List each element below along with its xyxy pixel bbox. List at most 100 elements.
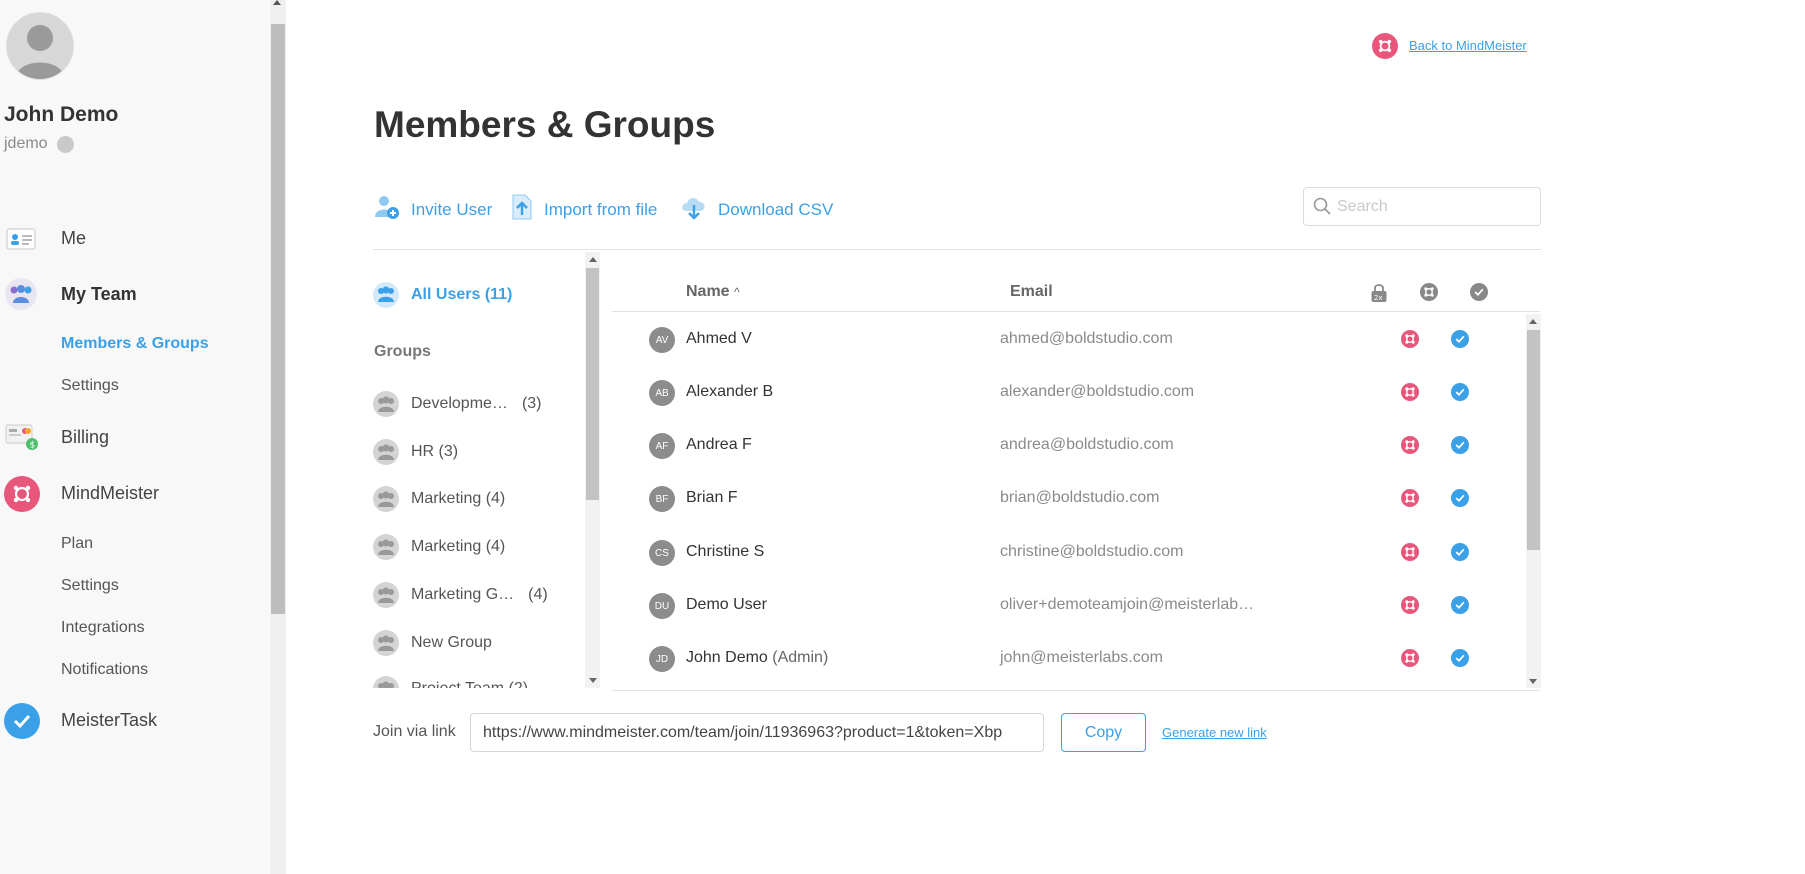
back-to-mindmeister-link[interactable]: Back to MindMeister [1409,38,1527,53]
group-item[interactable]: HR (3) [373,439,458,465]
all-users-item[interactable]: All Users (11) [373,282,512,308]
table-row[interactable]: AB Alexander B alexander@boldstudio.com [612,373,1524,413]
meistertask-logo-icon[interactable] [4,703,40,739]
user-email: brian@boldstudio.com [1000,489,1160,506]
user-avatar: AV [649,327,675,353]
all-users-label: All Users (11) [411,286,513,303]
group-name: Marketing (4) [411,538,506,555]
mindmeister-access-icon[interactable] [1401,596,1419,614]
meistertask-access-icon[interactable] [1451,383,1469,401]
download-label: Download CSV [718,199,834,219]
table-row[interactable]: BF Brian F brian@boldstudio.com [612,479,1524,519]
user-avatar: CS [649,540,675,566]
meistertask-access-icon[interactable] [1451,649,1469,667]
profile-handle: jdemo [4,135,48,152]
search-icon [1313,197,1331,220]
table-row[interactable]: AF Andrea F andrea@boldstudio.com [612,426,1524,466]
copy-button[interactable]: Copy [1061,713,1146,752]
user-avatar: DU [649,593,675,619]
table-row[interactable]: CS Christine S christine@boldstudio.com [612,533,1524,573]
nav-members-groups[interactable]: Members & Groups [61,335,209,353]
groups-scrollbar-thumb[interactable] [586,268,599,500]
group-icon [373,391,399,417]
group-item[interactable]: Marketing G… (4) [373,582,548,608]
group-name: Marketing (4) [411,490,506,507]
join-link-input[interactable] [470,713,1044,752]
billing-icon[interactable]: $ [5,422,39,452]
page-title: Members & Groups [374,104,716,145]
id-card-icon[interactable] [5,222,37,254]
search-box[interactable] [1303,187,1541,226]
invite-user-button[interactable]: Invite User [373,193,492,226]
group-icon [373,534,399,560]
group-name: Marketing G… [411,586,515,603]
mindmeister-logo-icon[interactable] [4,476,40,512]
groups-scroll-down-arrow[interactable] [589,678,597,683]
mindmeister-access-icon[interactable] [1401,330,1419,348]
import-from-file-button[interactable]: Import from file [510,193,657,226]
search-input[interactable] [1335,197,1529,217]
mindmeister-access-icon[interactable] [1401,489,1419,507]
nav-plan[interactable]: Plan [61,535,93,553]
nav-billing[interactable]: Billing [61,427,109,448]
nav-team-settings[interactable]: Settings [61,377,119,395]
nav-my-team[interactable]: My Team [61,284,137,305]
cloud-download-icon [680,193,708,226]
user-avatar: JD [649,646,675,672]
group-item[interactable]: New Group [373,630,492,656]
group-item-clipped[interactable]: Project Team (2) [373,676,585,688]
meistertask-access-icon[interactable] [1451,596,1469,614]
group-icon [373,582,399,608]
mindmeister-access-icon[interactable] [1401,436,1419,454]
meistertask-access-icon[interactable] [1451,436,1469,454]
team-icon[interactable] [5,278,37,310]
group-icon [373,676,399,688]
table-row[interactable]: JD John Demo (Admin) john@meisterlabs.com [612,639,1524,679]
nav-notifications[interactable]: Notifications [61,661,148,679]
sidebar-scrollbar-thumb[interactable] [271,24,285,614]
group-name: Developme… [411,395,508,412]
user-email: john@meisterlabs.com [1000,649,1163,666]
user-name: Brian F [686,489,738,506]
group-item[interactable]: Marketing (4) [373,486,505,512]
download-csv-button[interactable]: Download CSV [680,193,833,226]
table-scroll-up-arrow[interactable] [1529,319,1537,324]
group-name: HR (3) [411,443,459,460]
mindmeister-access-icon[interactable] [1401,649,1419,667]
generate-new-link[interactable]: Generate new link [1162,725,1267,740]
group-item[interactable]: Developme… (3) [373,391,542,417]
meistertask-access-icon[interactable] [1451,489,1469,507]
user-email: ahmed@boldstudio.com [1000,330,1173,347]
mindmeister-access-icon[interactable] [1401,383,1419,401]
sidebar-scroll-up-arrow[interactable] [273,0,281,5]
nav-integrations[interactable]: Integrations [61,619,145,637]
nav-meistertask[interactable]: MeisterTask [61,710,157,731]
table-header-divider [612,311,1540,312]
table-row[interactable]: AV Ahmed V ahmed@boldstudio.com [612,320,1524,360]
group-icon [373,486,399,512]
add-user-icon [373,193,401,226]
name-header-label: Name [686,283,730,300]
table-row[interactable]: DU Demo User oliver+demoteamjoin@meisterla… [612,586,1524,626]
meistertask-access-icon[interactable] [1451,543,1469,561]
invite-user-label: Invite User [411,199,493,219]
meistertask-column-icon [1470,283,1488,301]
name-column-header[interactable]: Name ^ [686,283,740,301]
nav-me[interactable]: Me [61,228,86,249]
table-bottom-divider [612,690,1540,691]
table-scroll-down-arrow[interactable] [1529,679,1537,684]
groups-scroll-up-arrow[interactable] [589,257,597,262]
upload-file-icon [510,193,534,226]
table-scrollbar-thumb[interactable] [1527,330,1540,550]
meistertask-access-icon[interactable] [1451,330,1469,348]
mindmeister-access-icon[interactable] [1401,543,1419,561]
mindmeister-back-icon[interactable] [1372,33,1398,59]
group-icon [373,630,399,656]
nav-mindmeister[interactable]: MindMeister [61,483,159,504]
groups-heading: Groups [374,343,431,360]
join-via-link-label: Join via link [373,723,456,740]
group-item[interactable]: Marketing (4) [373,534,505,560]
nav-mm-settings[interactable]: Settings [61,577,119,595]
user-name: Christine S [686,543,765,560]
email-column-header[interactable]: Email [1010,283,1053,301]
